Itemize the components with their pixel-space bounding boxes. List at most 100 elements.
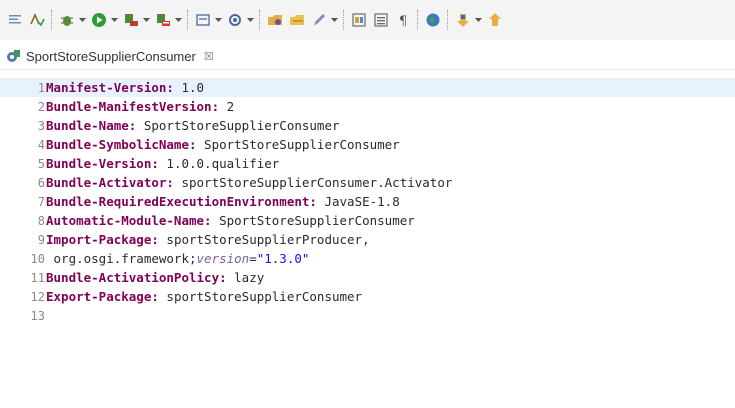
code-line: 11 Bundle-ActivationPolicy: lazy	[0, 268, 735, 287]
toolbar-separator	[447, 10, 449, 30]
line-number: 1	[37, 80, 45, 95]
line-number: 9	[37, 232, 45, 247]
manifest-header-key: Automatic-Module-Name:	[46, 213, 212, 228]
next-annotation-icon[interactable]	[454, 11, 472, 29]
manifest-header-key: Bundle-ManifestVersion:	[46, 99, 220, 114]
manifest-header-value: SportStoreSupplierConsumer	[196, 137, 400, 152]
code-line: 13	[0, 306, 735, 325]
toolbar-separator	[343, 10, 345, 30]
manifest-header-key: Bundle-Name:	[46, 118, 137, 133]
manifest-header-key: Export-Package:	[46, 289, 159, 304]
close-icon[interactable]: ☒	[204, 50, 214, 63]
code-text: Automatic-Module-Name: SportStoreSupplie…	[45, 213, 415, 228]
manifest-header-key: Bundle-RequiredExecutionEnvironment:	[46, 194, 317, 209]
line-number: 3	[37, 118, 45, 133]
format-icon[interactable]	[6, 11, 24, 29]
pilcrow-icon[interactable]: ¶	[394, 11, 412, 29]
code-line: 2 Bundle-ManifestVersion: 2	[0, 97, 735, 116]
code-text: Bundle-Version: 1.0.0.qualifier	[45, 156, 279, 171]
new-server-icon[interactable]	[194, 11, 212, 29]
manifest-header-value: 2	[219, 99, 235, 114]
manifest-header-key: Bundle-Version:	[46, 156, 159, 171]
tab-title: SportStoreSupplierConsumer	[26, 48, 196, 64]
code-text: Bundle-Activator: sportStoreSupplierCons…	[45, 175, 452, 190]
line-number: 8	[37, 213, 45, 228]
manifest-header-value: sportStoreSupplierConsumer	[158, 289, 363, 304]
run-external-icon[interactable]	[122, 11, 140, 29]
new-plugin-icon[interactable]	[226, 11, 244, 29]
code-line: 3 Bundle-Name: SportStoreSupplierConsume…	[0, 116, 735, 135]
code-line: 12 Export-Package: sportStoreSupplierCon…	[0, 287, 735, 306]
toolbar-separator	[51, 10, 53, 30]
line-number: 4	[37, 137, 45, 152]
editor-tab-bar: SportStoreSupplierConsumer ☒	[0, 40, 735, 70]
run-icon[interactable]	[90, 11, 108, 29]
code-text: Bundle-Name: SportStoreSupplierConsumer	[45, 118, 340, 133]
coverage-dropdown-icon[interactable]	[174, 11, 182, 29]
manifest-header-key: Bundle-Activator:	[46, 175, 174, 190]
main-toolbar: ¶	[0, 0, 735, 40]
pen-dropdown-icon[interactable]	[330, 11, 338, 29]
compare-icon[interactable]	[350, 11, 368, 29]
pen-icon[interactable]	[310, 11, 328, 29]
manifest-header-key: Bundle-ActivationPolicy:	[46, 270, 227, 285]
spell-icon[interactable]	[28, 11, 46, 29]
prev-annotation-icon[interactable]	[486, 11, 504, 29]
next-annotation-dropdown-icon[interactable]	[474, 11, 482, 29]
code-text: Bundle-ActivationPolicy: lazy	[45, 270, 264, 285]
code-line: 7 Bundle-RequiredExecutionEnvironment: J…	[0, 192, 735, 211]
line-number: 11	[30, 270, 45, 285]
code-line: 9 Import-Package: sportStoreSupplierProd…	[0, 230, 735, 249]
manifest-header-value: SportStoreSupplierConsumer	[136, 118, 340, 133]
line-number: 2	[37, 99, 45, 114]
manifest-header-key: Import-Package:	[46, 232, 159, 247]
code-text: Bundle-SymbolicName: SportStoreSupplierC…	[45, 137, 400, 152]
svg-text:¶: ¶	[399, 14, 407, 28]
attribute-name: version	[196, 251, 250, 266]
toggle-view-icon[interactable]	[372, 11, 390, 29]
code-line: 4 Bundle-SymbolicName: SportStoreSupplie…	[0, 135, 735, 154]
code-line: 10 org.osgi.framework;version="1.3.0"	[0, 249, 735, 268]
line-number: 13	[30, 308, 45, 323]
code-text: org.osgi.framework;version="1.3.0"	[45, 251, 310, 266]
toolbar-separator	[417, 10, 419, 30]
new-plugin-dropdown-icon[interactable]	[246, 11, 254, 29]
run-external-dropdown-icon[interactable]	[142, 11, 150, 29]
code-line: 5 Bundle-Version: 1.0.0.qualifier	[0, 154, 735, 173]
manifest-header-key: Bundle-SymbolicName:	[46, 137, 197, 152]
code-line: 6 Bundle-Activator: sportStoreSupplierCo…	[0, 173, 735, 192]
toolbar-separator	[187, 10, 189, 30]
coverage-icon[interactable]	[154, 11, 172, 29]
code-line: 1 Manifest-Version: 1.0	[0, 78, 735, 97]
code-text: Export-Package: sportStoreSupplierConsum…	[45, 289, 362, 304]
open-folder-icon[interactable]	[266, 11, 284, 29]
manifest-header-value: SportStoreSupplierConsumer	[211, 213, 415, 228]
manifest-header-key: Manifest-Version:	[46, 80, 174, 95]
line-number: 10	[30, 251, 45, 266]
manifest-source-editor[interactable]: 1 Manifest-Version: 1.0 2 Bundle-Manifes…	[0, 70, 735, 408]
code-line: 8 Automatic-Module-Name: SportStoreSuppl…	[0, 211, 735, 230]
manifest-header-value: sportStoreSupplierProducer,	[158, 232, 370, 247]
globe-icon[interactable]	[424, 11, 442, 29]
line-number: 12	[30, 289, 45, 304]
debug-icon[interactable]	[58, 11, 76, 29]
code-text: Manifest-Version: 1.0	[45, 80, 204, 95]
equals-sign: =	[249, 251, 257, 266]
manifest-header-value: 1.0	[173, 80, 205, 95]
code-text: Import-Package: sportStoreSupplierProduc…	[45, 232, 370, 247]
manifest-header-value: lazy	[226, 270, 265, 285]
code-text: Bundle-RequiredExecutionEnvironment: Jav…	[45, 194, 400, 209]
run-dropdown-icon[interactable]	[110, 11, 118, 29]
debug-dropdown-icon[interactable]	[78, 11, 86, 29]
manifest-header-value: 1.0.0.qualifier	[158, 156, 280, 171]
continuation-text: org.osgi.framework;	[46, 251, 197, 266]
plugin-manifest-icon	[6, 48, 22, 64]
line-number: 5	[37, 156, 45, 171]
toolbar-separator	[259, 10, 261, 30]
tab-manifest-editor[interactable]: SportStoreSupplierConsumer ☒	[4, 44, 220, 68]
code-text: Bundle-ManifestVersion: 2	[45, 99, 234, 114]
new-server-dropdown-icon[interactable]	[214, 11, 222, 29]
line-number: 6	[37, 175, 45, 190]
open-folder-2-icon[interactable]	[288, 11, 306, 29]
manifest-header-value: JavaSE-1.8	[316, 194, 400, 209]
